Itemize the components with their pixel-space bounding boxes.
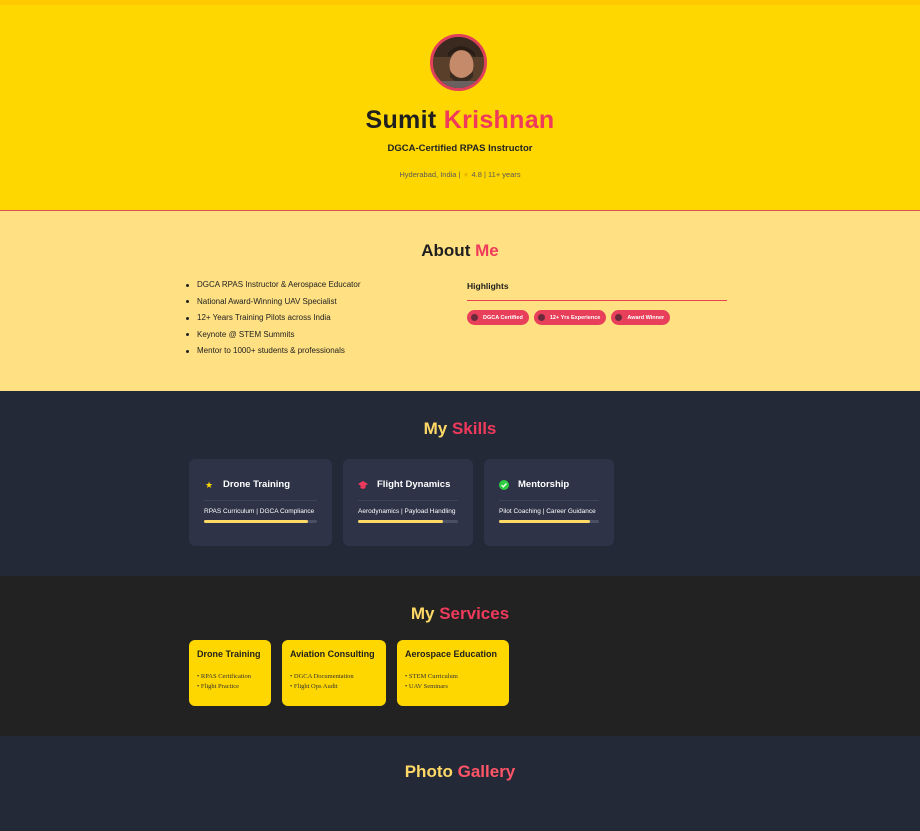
profile-meta: Hyderabad, India | ★ 4.8 | 11+ years bbox=[0, 170, 920, 179]
about-item: 12+ Years Training Pilots across India bbox=[185, 313, 360, 330]
badge-experience: 12+ Yrs Experience bbox=[533, 310, 607, 325]
highlights-title: Highlights bbox=[467, 281, 509, 291]
services-section: My Services Drone Training • RPAS Certif… bbox=[0, 576, 920, 736]
star-icon: ★ bbox=[204, 479, 214, 490]
service-item: • DGCA Documentation bbox=[290, 673, 354, 680]
skill-progress-bar bbox=[358, 520, 458, 523]
skill-card-mentorship: Mentorship Pilot Coaching | Career Guida… bbox=[484, 459, 614, 546]
skill-name: Mentorship bbox=[518, 479, 570, 490]
skill-tags: Aerodynamics | Payload Handling bbox=[358, 508, 456, 515]
skill-name: Flight Dynamics bbox=[377, 479, 451, 490]
skill-card-drone-training: ★ Drone Training RPAS Curriculum | DGCA … bbox=[189, 459, 332, 546]
service-item: • STEM Curriculum bbox=[405, 673, 458, 680]
profile-name: Sumit Krishnan bbox=[0, 106, 920, 135]
service-item: • UAV Seminars bbox=[405, 683, 448, 690]
about-item: Keynote @ STEM Summits bbox=[185, 330, 360, 347]
about-item: National Award-Winning UAV Specialist bbox=[185, 297, 360, 314]
gallery-section: Photo Gallery bbox=[0, 736, 920, 831]
badge-label: Award Winner bbox=[627, 314, 665, 321]
skill-divider bbox=[499, 500, 599, 501]
about-item: Mentor to 1000+ students & professionals bbox=[185, 346, 360, 363]
highlight-badges: DGCA Certified 12+ Yrs Experience Award … bbox=[467, 310, 671, 325]
services-title-a: My bbox=[410, 604, 435, 623]
service-card-aerospace-education[interactable]: Aerospace Education • STEM Curriculum • … bbox=[397, 640, 509, 706]
badge-icon bbox=[537, 314, 545, 321]
skills-title: My Skills bbox=[0, 419, 920, 439]
check-circle-icon bbox=[499, 479, 509, 490]
gallery-title: Photo Gallery bbox=[0, 762, 920, 782]
profile-role: DGCA-Certified RPAS Instructor bbox=[387, 143, 533, 154]
about-title: About Me bbox=[0, 241, 920, 261]
skills-section: My Skills ★ Drone Training RPAS Curricul… bbox=[0, 391, 920, 576]
skill-name: Drone Training bbox=[223, 479, 291, 490]
badge-label: 12+ Yrs Experience bbox=[549, 314, 601, 321]
skill-card-flight-dynamics: Flight Dynamics Aerodynamics | Payload H… bbox=[343, 459, 473, 546]
skill-progress-fill bbox=[358, 520, 443, 523]
highlights-divider bbox=[467, 300, 727, 301]
skill-progress-fill bbox=[499, 520, 590, 523]
about-title-b: Me bbox=[475, 241, 499, 260]
skill-progress-fill bbox=[204, 520, 308, 523]
service-item: • Flight Practice bbox=[197, 683, 239, 690]
profile-avatar bbox=[430, 34, 487, 91]
about-section: About Me DGCA RPAS Instructor & Aerospac… bbox=[0, 211, 920, 391]
skill-tags: Pilot Coaching | Career Guidance bbox=[499, 508, 596, 515]
service-items: • STEM Curriculum • UAV Seminars bbox=[405, 672, 458, 692]
gallery-title-a: Photo bbox=[404, 762, 453, 781]
skill-progress-bar bbox=[204, 520, 317, 523]
star-icon: ★ bbox=[462, 170, 470, 179]
services-title-b: Services bbox=[439, 604, 510, 623]
service-items: • DGCA Documentation • Flight Ops Audit bbox=[290, 672, 354, 692]
badge-icon bbox=[615, 314, 623, 321]
skill-tags: RPAS Curriculum | DGCA Compliance bbox=[204, 508, 315, 515]
skill-progress-bar bbox=[499, 520, 599, 523]
about-item: DGCA RPAS Instructor & Aerospace Educato… bbox=[185, 280, 360, 297]
first-name: Sumit bbox=[365, 106, 437, 134]
about-title-a: About bbox=[421, 241, 471, 260]
last-name: Krishnan bbox=[443, 106, 555, 134]
services-title: My Services bbox=[0, 604, 920, 624]
service-items: • RPAS Certification • Flight Practice bbox=[197, 672, 251, 692]
skill-divider bbox=[358, 500, 458, 501]
hero-section: Sumit Krishnan DGCA-Certified RPAS Instr… bbox=[0, 0, 920, 211]
badge-icon bbox=[471, 314, 478, 321]
rating-text: 4.8 bbox=[471, 170, 482, 179]
skills-title-a: My bbox=[423, 419, 448, 438]
skill-divider bbox=[204, 500, 317, 501]
badge-award: Award Winner bbox=[611, 310, 671, 325]
graduation-cap-icon bbox=[358, 480, 368, 490]
gallery-title-b: Gallery bbox=[457, 762, 516, 781]
experience-text: 11+ years bbox=[488, 170, 521, 179]
location-text: Hyderabad, India bbox=[399, 170, 457, 179]
service-card-aviation-consulting[interactable]: Aviation Consulting • DGCA Documentation… bbox=[282, 640, 386, 706]
service-title: Aerospace Education bbox=[405, 649, 498, 659]
service-title: Drone Training bbox=[197, 649, 261, 659]
about-list: DGCA RPAS Instructor & Aerospace Educato… bbox=[185, 280, 360, 363]
service-item: • Flight Ops Audit bbox=[290, 683, 338, 690]
service-item: • RPAS Certification bbox=[197, 673, 252, 680]
service-card-drone-training[interactable]: Drone Training • RPAS Certification • Fl… bbox=[189, 640, 271, 706]
badge-dgca: DGCA Certified bbox=[467, 310, 529, 325]
service-title: Aviation Consulting bbox=[290, 649, 375, 659]
badge-label: DGCA Certified bbox=[483, 314, 523, 321]
skills-title-b: Skills bbox=[451, 419, 497, 438]
